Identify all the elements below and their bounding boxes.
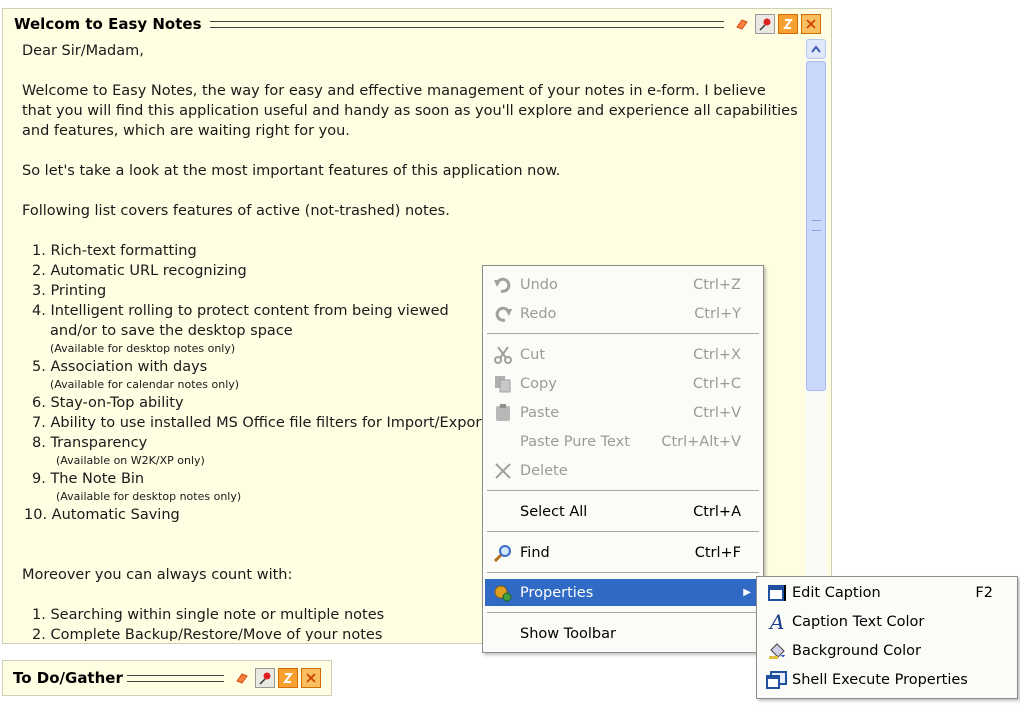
note-title: Welcom to Easy Notes [14,15,202,33]
note2-title: To Do/Gather [13,669,123,687]
roll-icon[interactable] [778,14,798,34]
close-icon[interactable] [301,668,321,688]
menu-item-show-toolbar[interactable]: Show Toolbar [485,620,761,647]
menu-item-select-all[interactable]: Select All Ctrl+A [485,498,761,525]
paint-bucket-icon [763,640,791,662]
title-grip-lines[interactable] [209,20,724,28]
menu-shortcut: Ctrl+Y [694,305,741,322]
context-menu[interactable]: Undo Ctrl+Z Redo Ctrl+Y Cut Ctrl+X Copy … [482,265,764,653]
look-text: So let's take a look at the most importa… [22,163,561,179]
undo-icon [489,274,517,296]
menu-label: Copy [520,375,557,392]
menu-separator [487,490,759,491]
menu-label: Caption Text Color [792,613,925,630]
pin-icon[interactable] [255,668,275,688]
menu-separator [487,531,759,532]
copy-icon [489,373,517,395]
edit-caption-icon [763,582,791,604]
text-color-a-icon: A [763,611,791,633]
menu-label: Paste [520,404,560,421]
menu-label: Undo [520,276,558,293]
submenu-item-background-color[interactable]: Background Color [759,637,1015,664]
menu-item-delete[interactable]: Delete [485,457,761,484]
eraser-icon[interactable] [232,668,252,688]
menu-item-paste[interactable]: Paste Ctrl+V [485,399,761,426]
intro-line-2: that you will find this application usef… [22,103,797,119]
scissors-icon [489,344,517,366]
vertical-scrollbar[interactable] [805,39,827,641]
properties-submenu[interactable]: Edit Caption F2 A Caption Text Color Bac… [756,576,1018,699]
paste-icon [489,402,517,424]
menu-label: Select All [520,503,588,520]
menu-label: Delete [520,462,568,479]
menu-shortcut: Ctrl+F [694,544,741,561]
menu-label: Properties [520,584,594,601]
menu-item-find[interactable]: Find Ctrl+F [485,539,761,566]
menu-item-cut[interactable]: Cut Ctrl+X [485,341,761,368]
scroll-thumb[interactable] [806,61,826,391]
menu-separator [487,333,759,334]
submenu-item-shell-execute-properties[interactable]: Shell Execute Properties [759,666,1015,693]
list-heading: Following list covers features of active… [22,203,450,219]
menu-shortcut: Ctrl+Alt+V [661,433,741,450]
menu-label: Shell Execute Properties [792,671,968,688]
shell-execute-icon [763,669,791,691]
greeting-text: Dear Sir/Madam, [22,43,144,59]
menu-label: Background Color [792,642,921,659]
submenu-arrow-icon: ▶ [743,587,751,598]
scroll-up-button[interactable] [806,39,826,59]
menu-shortcut: Ctrl+C [692,375,741,392]
menu-item-undo[interactable]: Undo Ctrl+Z [485,271,761,298]
scroll-grip [812,220,821,231]
svg-text:A: A [768,612,784,632]
magnifier-icon [489,542,517,564]
close-icon[interactable] [801,14,821,34]
menu-label: Edit Caption [792,584,881,601]
pin-icon[interactable] [755,14,775,34]
menu-item-paste-pure-text[interactable]: Paste Pure Text Ctrl+Alt+V [485,428,761,455]
menu-item-redo[interactable]: Redo Ctrl+Y [485,300,761,327]
menu-item-properties[interactable]: Properties ▶ [485,579,761,606]
menu-separator [487,612,759,613]
feature-item: 1. Rich-text formatting [32,243,197,259]
redo-icon [489,303,517,325]
menu-shortcut: Ctrl+Z [693,276,741,293]
menu-item-copy[interactable]: Copy Ctrl+C [485,370,761,397]
properties-icon [489,582,517,604]
menu-shortcut: Ctrl+V [693,404,741,421]
menu-separator [487,572,759,573]
note-window-todo[interactable]: To Do/Gather [2,660,332,696]
note2-grip-lines[interactable] [126,674,224,682]
roll-icon[interactable] [278,668,298,688]
submenu-item-caption-text-color[interactable]: A Caption Text Color [759,608,1015,635]
note-titlebar[interactable]: Welcom to Easy Notes [3,9,831,39]
submenu-item-edit-caption[interactable]: Edit Caption F2 [759,579,1015,606]
menu-shortcut: F2 [975,584,993,601]
intro-line-1: Welcome to Easy Notes, the way for easy … [22,83,766,99]
menu-label: Paste Pure Text [520,433,630,450]
eraser-icon[interactable] [732,14,752,34]
menu-label: Redo [520,305,557,322]
menu-label: Cut [520,346,545,363]
delete-x-icon [489,460,517,482]
menu-label: Show Toolbar [520,625,616,642]
intro-line-3: and features, which are waiting right fo… [22,123,350,139]
menu-shortcut: Ctrl+A [693,503,741,520]
menu-label: Find [520,544,550,561]
menu-shortcut: Ctrl+X [693,346,741,363]
